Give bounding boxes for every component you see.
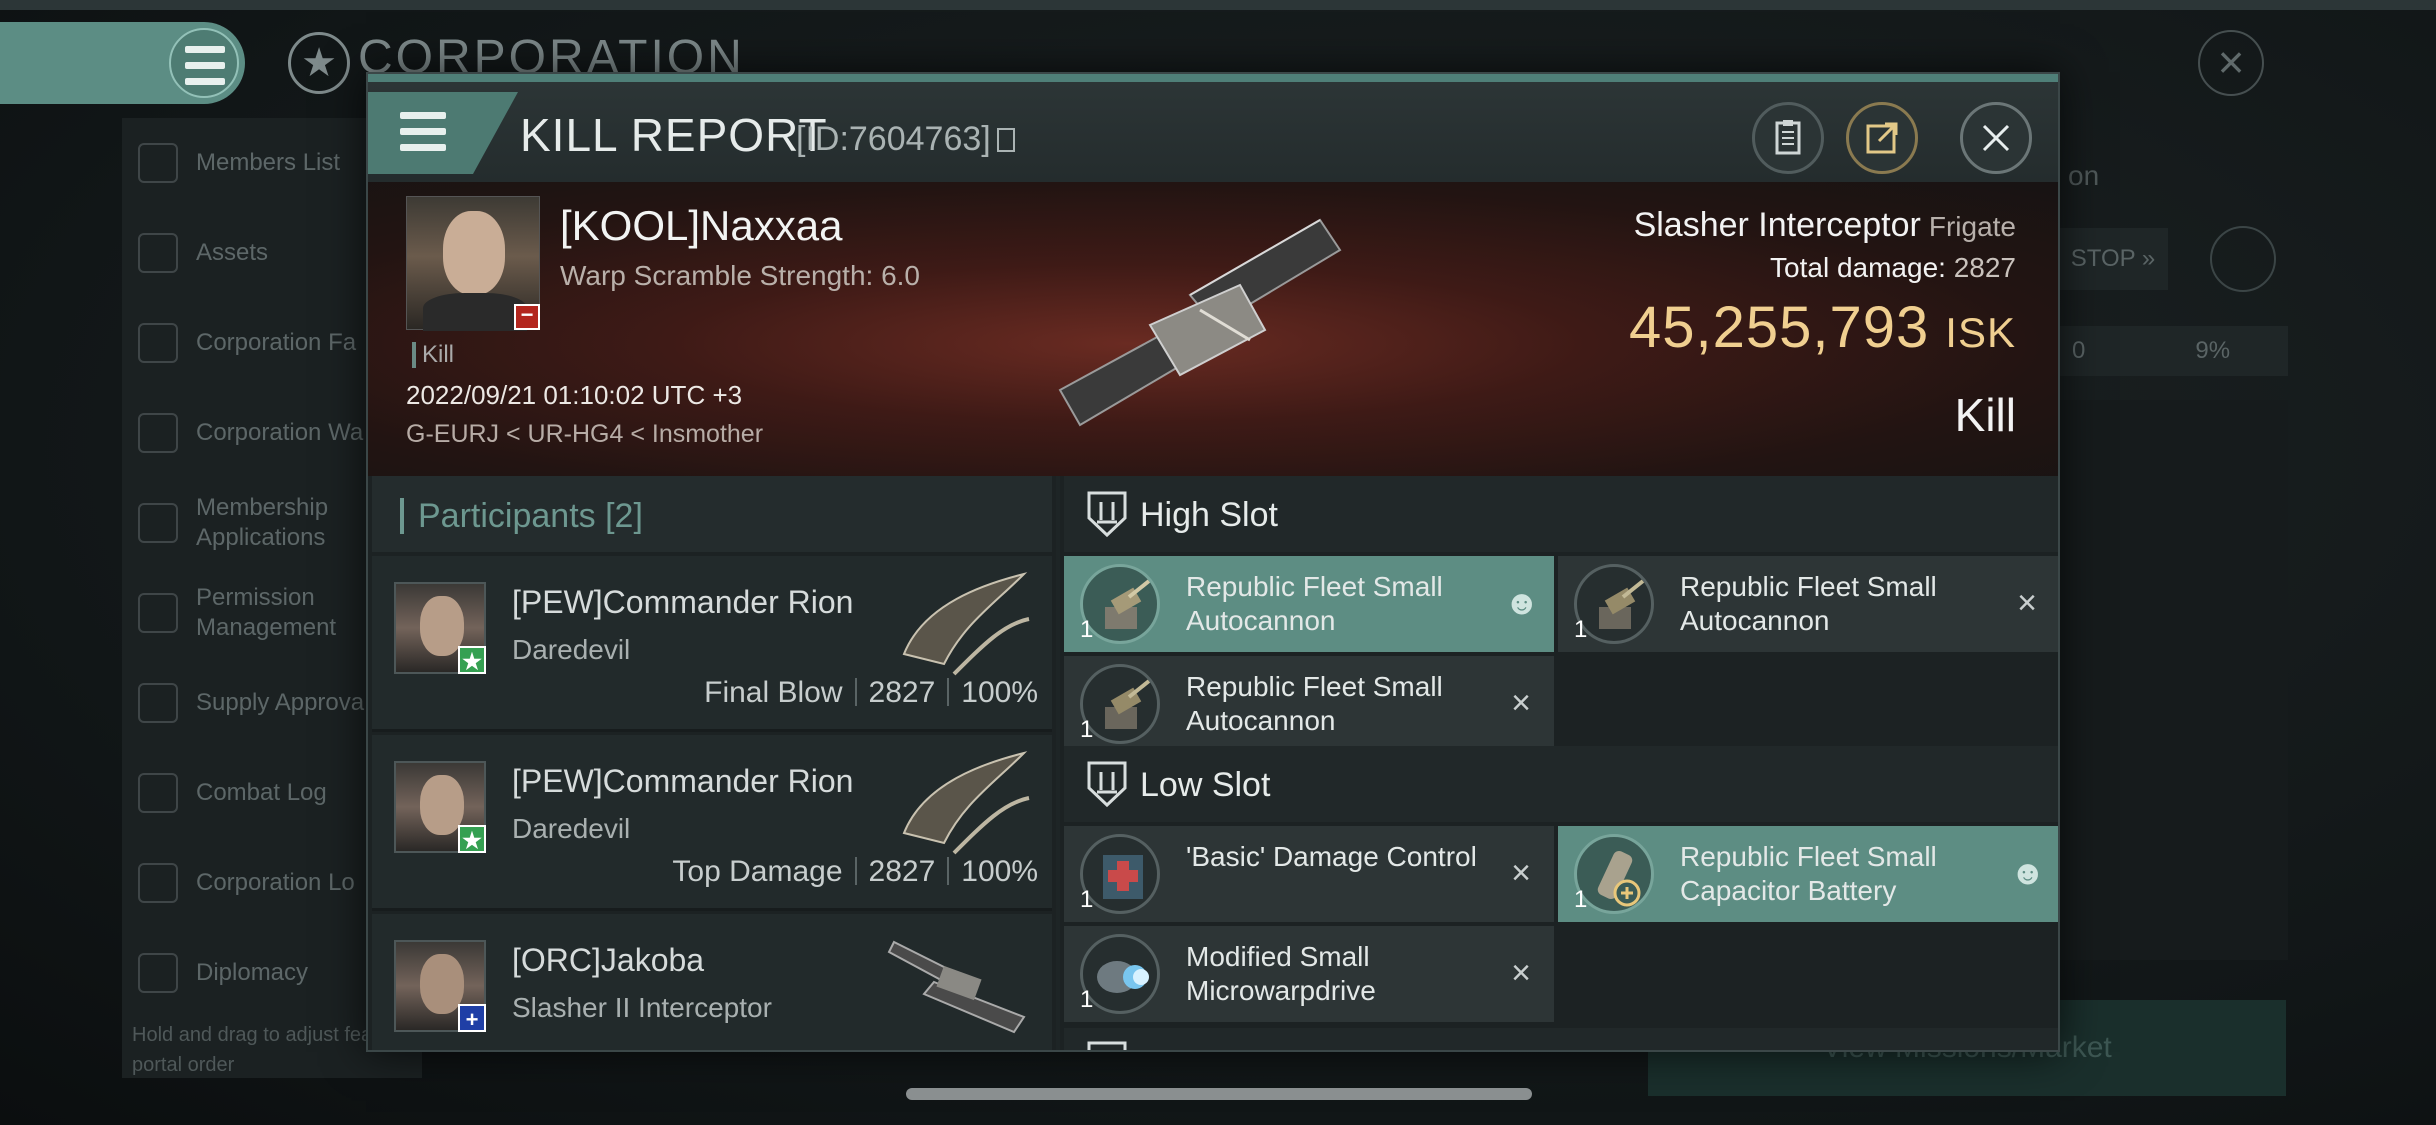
participants-title: Participants [2]	[400, 498, 643, 534]
person-icon: ☻	[2010, 854, 2046, 892]
next-slot-header	[1064, 1028, 2058, 1050]
module-name: 'Basic' Damage Control	[1186, 841, 1477, 872]
high-slot-icon	[1087, 491, 1127, 538]
loss-badge-icon: −	[514, 304, 540, 330]
star-icon: ★	[458, 825, 486, 853]
members-icon	[138, 143, 178, 183]
menu-icon	[169, 28, 239, 98]
clipboard-icon	[1775, 120, 1801, 155]
module-name: Republic Fleet Small Autocannon	[1680, 571, 1937, 636]
assets-icon	[138, 233, 178, 273]
module-high-1[interactable]: 1 Republic Fleet Small Autocannon ☻	[1064, 556, 1554, 652]
app-root: ★ CORPORATION × Members List Assets Corp…	[0, 0, 2436, 1125]
participant-avatar: +	[394, 940, 486, 1032]
module-low-1[interactable]: 1 'Basic' Damage Control ×	[1064, 826, 1554, 922]
diplomacy-icon	[138, 953, 178, 993]
victim-ship-image[interactable]	[1040, 210, 1380, 440]
clipboard-button[interactable]	[1752, 102, 1824, 174]
bg-right-text: on	[2068, 160, 2100, 191]
participant-ship: Slasher II Interceptor	[512, 992, 772, 1023]
participant-ship-image	[902, 751, 1030, 855]
participant-stats: Final Blow 2827 100%	[704, 676, 1038, 709]
close-button[interactable]	[1960, 102, 2032, 174]
person-icon: ☻	[1504, 584, 1540, 622]
facilities-icon	[138, 323, 178, 363]
bg-stats: 0 9%	[2058, 326, 2288, 376]
participant-ship: Daredevil	[512, 813, 631, 844]
corp-log-icon	[138, 863, 178, 903]
close-icon	[1982, 124, 2010, 152]
participant-ship: Daredevil	[512, 634, 631, 665]
module-name: Republic Fleet Small Autocannon	[1186, 571, 1443, 636]
warp-scramble-strength: Warp Scramble Strength: 6.0	[560, 260, 921, 291]
participant-avatar: ★	[394, 761, 486, 853]
wallet-icon	[138, 413, 178, 453]
participant-ship-image	[887, 940, 1026, 1034]
share-button[interactable]	[1846, 102, 1918, 174]
modal-header: KILL REPORT [ID:7604763]	[368, 82, 2058, 182]
plus-icon: +	[458, 1004, 486, 1032]
bg-panel	[2058, 400, 2288, 960]
low-slot-title: Low Slot	[1140, 766, 1271, 804]
victim-name[interactable]: [KOOL]Naxxaa	[560, 202, 842, 250]
module-name: Modified Small Microwarpdrive	[1186, 941, 1376, 1006]
combat-log-icon	[138, 773, 178, 813]
x-icon: ×	[1511, 684, 1531, 722]
kill-datetime: 2022/09/21 01:10:02 UTC +3	[406, 380, 743, 410]
high-slot-header: High Slot	[1064, 476, 2058, 552]
participant-row[interactable]: ★ [PEW]Commander Rion Daredevil Final Bl…	[372, 556, 1052, 732]
stop-button[interactable]: STOP »	[2058, 228, 2168, 290]
top-bar	[0, 0, 2436, 10]
participant-avatar: ★	[394, 582, 486, 674]
applications-icon	[138, 503, 178, 543]
kill-report-modal: KILL REPORT [ID:7604763] − [KOOL]Naxxaa …	[366, 72, 2060, 1052]
share-icon	[1866, 122, 1898, 154]
module-name: Republic Fleet Small Capacitor Battery	[1680, 841, 1937, 906]
kill-id: [ID:7604763]	[796, 120, 1015, 159]
x-icon: ×	[2017, 584, 2037, 622]
copy-id-icon[interactable]	[996, 128, 1015, 152]
participants-header: Participants [2]	[372, 476, 1052, 552]
participant-ship-image	[902, 572, 1030, 676]
total-damage: Total damage: 2827	[1770, 252, 2016, 283]
slot-icon	[1087, 1041, 1127, 1050]
kill-location[interactable]: G-EURJ < UR-HG4 < Insmother	[406, 420, 763, 449]
isk-value: 45,255,793 ISK	[1629, 295, 2016, 360]
modal-title: KILL REPORT	[520, 109, 828, 161]
modal-accent-line	[368, 74, 2058, 82]
low-slot-header: Low Slot	[1064, 746, 2058, 822]
low-slot-icon	[1087, 761, 1127, 808]
x-icon: ×	[1511, 954, 1531, 992]
module-high-2[interactable]: 1 Republic Fleet Small Autocannon ×	[1558, 556, 2058, 652]
kill-tag: Kill	[412, 342, 454, 368]
hamburger-icon	[400, 112, 446, 152]
participant-name: [PEW]Commander Rion	[512, 763, 854, 799]
x-icon: ×	[1511, 854, 1531, 892]
fitting-panel: High Slot 1 Republic Fleet Small Autocan…	[1060, 476, 2058, 1050]
participant-name: [PEW]Commander Rion	[512, 584, 854, 620]
ship-class: Frigate	[1928, 211, 2016, 242]
participant-row[interactable]: + [ORC]Jakoba Slasher II Interceptor	[372, 914, 1052, 1050]
supply-icon	[138, 683, 178, 723]
participants-panel: Participants [2] ★ [PEW]Commander Rion D…	[368, 476, 1056, 1050]
external-link-icon[interactable]	[2210, 226, 2276, 292]
victim-banner: − [KOOL]Naxxaa Warp Scramble Strength: 6…	[368, 182, 2058, 476]
corp-menu-button[interactable]	[0, 22, 245, 104]
star-icon: ★	[458, 646, 486, 674]
kill-type: Kill	[1954, 389, 2016, 441]
modal-menu-button[interactable]	[368, 92, 518, 174]
corp-close-button[interactable]: ×	[2198, 30, 2264, 96]
participant-stats: Top Damage 2827 100%	[672, 855, 1038, 888]
victim-ship-name[interactable]: Slasher Interceptor Frigate	[1634, 206, 2016, 245]
high-slot-title: High Slot	[1140, 496, 1278, 534]
module-high-3[interactable]: 1 Republic Fleet Small Autocannon ×	[1064, 656, 1554, 752]
permission-icon	[138, 593, 178, 633]
module-low-3[interactable]: 1 Modified Small Microwarpdrive ×	[1064, 926, 1554, 1022]
corp-star-icon: ★	[288, 32, 350, 94]
home-indicator[interactable]	[906, 1088, 1532, 1100]
participant-row[interactable]: ★ [PEW]Commander Rion Daredevil Top Dama…	[372, 735, 1052, 911]
module-low-2[interactable]: 1 Republic Fleet Small Capacitor Battery…	[1558, 826, 2058, 922]
module-name: Republic Fleet Small Autocannon	[1186, 671, 1443, 736]
participant-name: [ORC]Jakoba	[512, 942, 705, 978]
